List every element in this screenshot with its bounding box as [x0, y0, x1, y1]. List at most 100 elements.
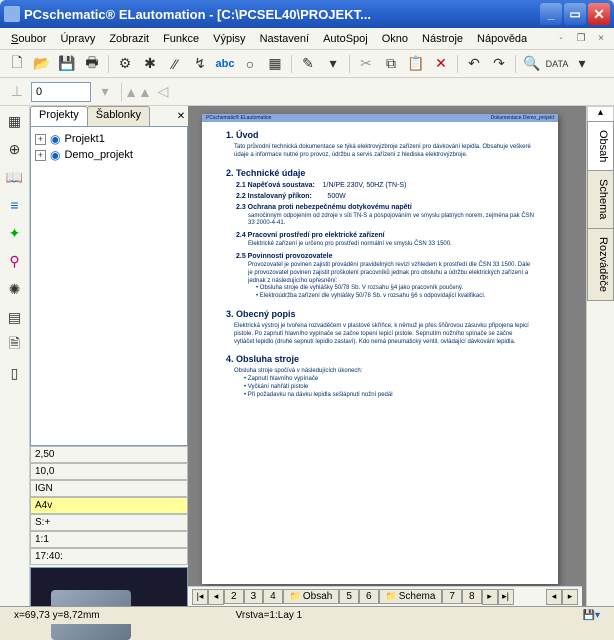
page-tab-obsah[interactable]: Obsah: [283, 589, 340, 604]
combo-dropdown-icon[interactable]: ▾: [94, 81, 116, 103]
page-tab[interactable]: 7: [442, 589, 462, 604]
mirror-h-icon[interactable]: ▲▲: [127, 81, 149, 103]
mirror-v-icon[interactable]: ◁: [152, 81, 174, 103]
doc-s23b: samočinným odpojením od zdroje v síti TN…: [248, 213, 534, 229]
hscroll-right-icon[interactable]: ▸: [562, 589, 578, 605]
status-cell: IGN: [30, 480, 188, 497]
anchor-icon[interactable]: ⊥: [6, 81, 28, 103]
main-toolbar: 🗋 📂 💾 🖶 ⚙ ✱ ⁄⁄ ↯ abc ○ ▦ ✎ ▾ ✂ ⧉ 📋 ✕ ↶ ↷…: [0, 50, 614, 78]
pencil-tool-button[interactable]: ✎: [297, 53, 319, 75]
delete-button[interactable]: ✕: [430, 53, 452, 75]
cut-button[interactable]: ✂: [355, 53, 377, 75]
tool-connection-icon[interactable]: ↯: [189, 53, 211, 75]
menu-okno[interactable]: Okno: [377, 31, 413, 47]
doc-p4li3: Při požadavku na dávku lepidla sešlápnut…: [248, 392, 393, 398]
more-icon[interactable]: ▾: [571, 53, 593, 75]
save-button[interactable]: 💾: [56, 53, 78, 75]
tool-wire-icon[interactable]: ✱: [139, 53, 161, 75]
book-icon[interactable]: 📖: [4, 166, 26, 188]
save-disk-icon[interactable]: 💾▾: [575, 610, 608, 621]
panel-close-icon[interactable]: ✕: [174, 111, 188, 122]
panel-tabs: Projekty Šablonky: [30, 106, 174, 126]
doc-h4: 4. Obsluha stroje: [226, 354, 534, 364]
page-icon[interactable]: ▯: [4, 362, 26, 384]
tab-projekty[interactable]: Projekty: [30, 106, 88, 126]
expand-icon[interactable]: +: [35, 134, 46, 145]
open-button[interactable]: 📂: [31, 53, 53, 75]
status-cell: 2,50: [30, 446, 188, 463]
page-tab[interactable]: 6: [359, 589, 379, 604]
list-icon[interactable]: ≡: [4, 194, 26, 216]
tree-node[interactable]: + ◉ Demo_projekt: [35, 147, 183, 163]
data-button[interactable]: DATA: [546, 53, 568, 75]
menu-napoveda[interactable]: Nápověda: [472, 31, 532, 47]
hscroll-left-icon[interactable]: ◂: [546, 589, 562, 605]
menu-funkce[interactable]: Funkce: [158, 31, 204, 47]
tab-sablonky[interactable]: Šablonky: [87, 106, 150, 126]
tree-node[interactable]: + ◉ Projekt1: [35, 131, 183, 147]
menu-nastaveni[interactable]: Nastavení: [255, 31, 315, 47]
vtab-rozvadece[interactable]: Rozváděče: [587, 228, 614, 301]
circle-tool-button[interactable]: ○: [239, 53, 261, 75]
tool-line-icon[interactable]: ⁄⁄: [164, 53, 186, 75]
right-tab-strip: ▴ Obsah Schema Rozváděče: [586, 106, 614, 612]
mdi-minimize[interactable]: -: [554, 32, 568, 46]
left-panel: Projekty Šablonky ✕ + ◉ Projekt1 + ◉ Dem…: [30, 106, 188, 612]
minimize-button[interactable]: _: [540, 3, 562, 25]
value-combo[interactable]: [31, 82, 91, 102]
print-button[interactable]: 🖶: [81, 53, 103, 75]
new-button[interactable]: 🗋: [6, 53, 28, 75]
menu-upravy[interactable]: Úpravy: [55, 31, 100, 47]
page-tab[interactable]: 3: [244, 589, 264, 604]
doc-h1: 1. Úvod: [226, 130, 534, 140]
doc-s25b: Provozovatel je povinen zajistit provádě…: [248, 262, 534, 285]
doc-s25li2: Elektroúdržba zařízení dle vyhlášky 50/7…: [260, 293, 486, 299]
menu-nastroje[interactable]: Nástroje: [417, 31, 468, 47]
vtab-schema[interactable]: Schema: [587, 170, 614, 228]
project-tree[interactable]: + ◉ Projekt1 + ◉ Demo_projekt: [30, 126, 188, 446]
page-tab[interactable]: 4: [263, 589, 283, 604]
doc-p4li2: Vyčkání nahřátí pistole: [248, 384, 308, 390]
page-tab-schema[interactable]: Schema: [379, 589, 443, 604]
maximize-button[interactable]: ▭: [564, 3, 586, 25]
zoom-button[interactable]: 🔍: [521, 53, 543, 75]
doc-icon[interactable]: 🗎: [4, 334, 26, 356]
mdi-restore[interactable]: ❐: [574, 32, 588, 46]
sheet-icon[interactable]: ▤: [4, 306, 26, 328]
menu-bar: Soubor Úpravy Zobrazit Funkce Výpisy Nas…: [0, 28, 614, 50]
area-tool-icon[interactable]: ▦: [264, 53, 286, 75]
connector-icon[interactable]: ✦: [4, 222, 26, 244]
left-icon-strip: ▦ ⊕ 📖 ≡ ✦ ⚲ ✺ ▤ 🗎 ▯: [0, 106, 30, 612]
dropdown-icon[interactable]: ▾: [322, 53, 344, 75]
undo-button[interactable]: ↶: [463, 53, 485, 75]
mdi-close[interactable]: ×: [594, 32, 608, 46]
menu-soubor[interactable]: Soubor: [6, 31, 51, 47]
tab-prev-icon[interactable]: ◂: [208, 589, 224, 605]
page-tab[interactable]: 5: [339, 589, 359, 604]
app-icon: [4, 6, 20, 22]
page-tab[interactable]: 2: [224, 589, 244, 604]
copy-button[interactable]: ⧉: [380, 53, 402, 75]
tab-next-icon[interactable]: ▸: [482, 589, 498, 605]
menu-vypisy[interactable]: Výpisy: [208, 31, 250, 47]
menu-zobrazit[interactable]: Zobrazit: [104, 31, 154, 47]
globe-icon[interactable]: ⊕: [4, 138, 26, 160]
grid-icon[interactable]: ▦: [4, 110, 26, 132]
drawing-canvas[interactable]: PCschematic® ELautomationDokumentace Dem…: [188, 106, 586, 612]
menu-autospoj[interactable]: AutoSpoj: [318, 31, 373, 47]
star-icon[interactable]: ✺: [4, 278, 26, 300]
close-button[interactable]: ✕: [588, 3, 610, 25]
plug-icon[interactable]: ⚲: [4, 250, 26, 272]
page-tab[interactable]: 8: [462, 589, 482, 604]
paste-button[interactable]: 📋: [405, 53, 427, 75]
redo-button[interactable]: ↷: [488, 53, 510, 75]
doc-s25li1: Obsluha stroje dle vyhlášky 50/78 Sb. V …: [260, 285, 464, 291]
text-tool-button[interactable]: abc: [214, 53, 236, 75]
expand-icon[interactable]: +: [35, 150, 46, 161]
tool-component-icon[interactable]: ⚙: [114, 53, 136, 75]
menu-soubor-label: oubor: [18, 33, 46, 45]
tab-scroll-up-icon[interactable]: ▴: [587, 106, 614, 122]
vtab-obsah[interactable]: Obsah: [587, 121, 614, 171]
tab-last-icon[interactable]: ▸|: [498, 589, 514, 605]
tab-first-icon[interactable]: |◂: [192, 589, 208, 605]
